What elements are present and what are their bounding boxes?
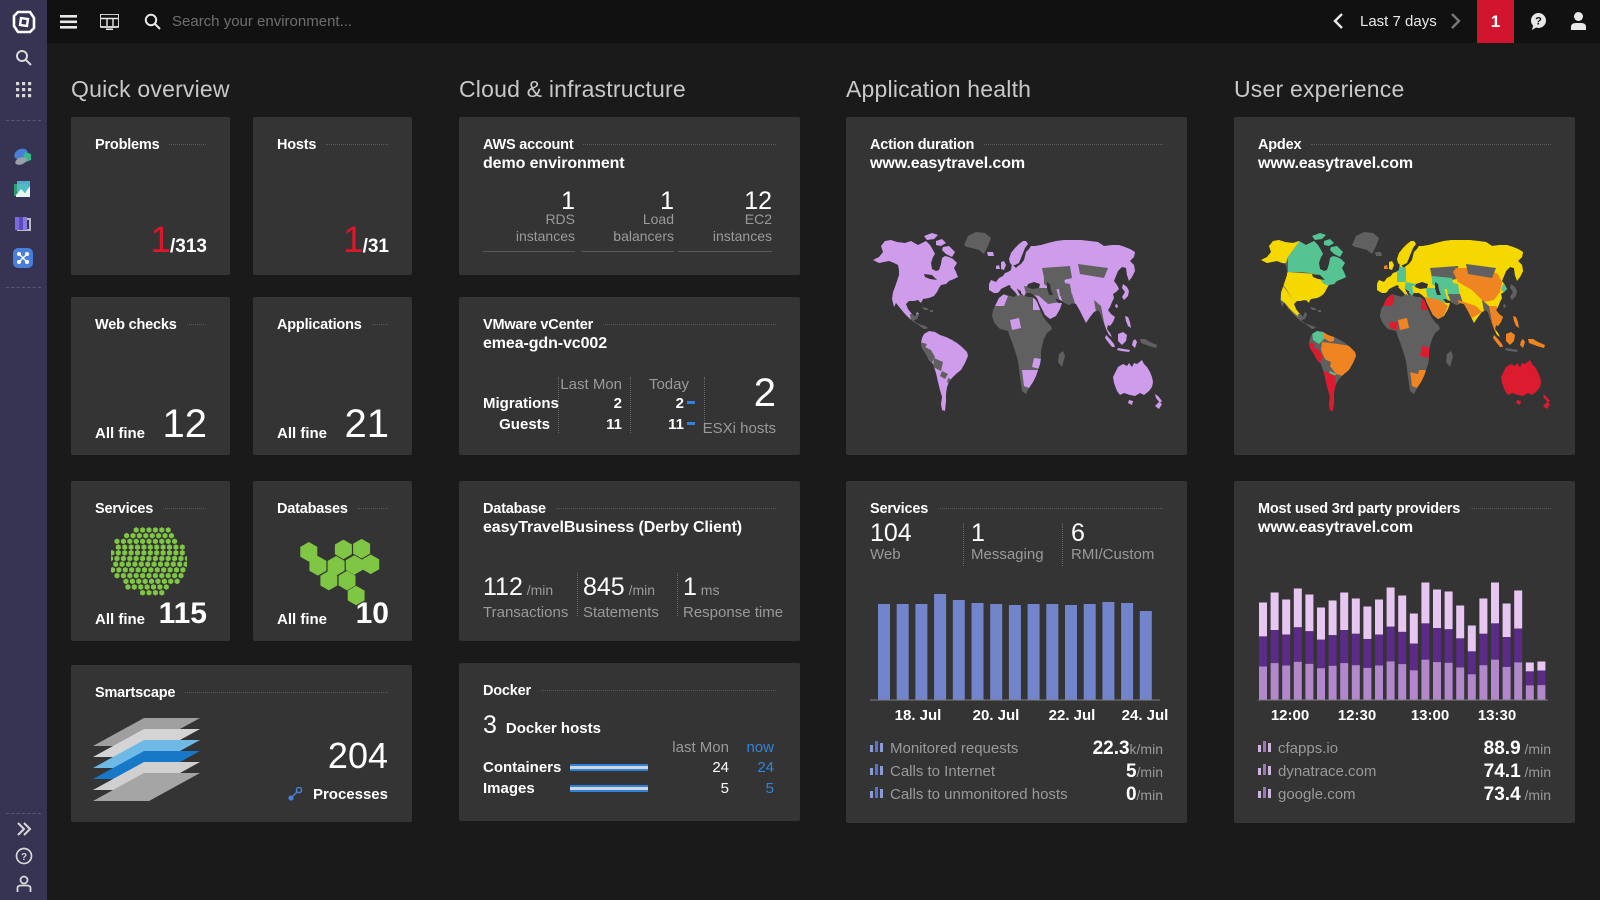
svg-text:?: ? — [1535, 16, 1542, 28]
svg-text:?: ? — [21, 852, 27, 863]
